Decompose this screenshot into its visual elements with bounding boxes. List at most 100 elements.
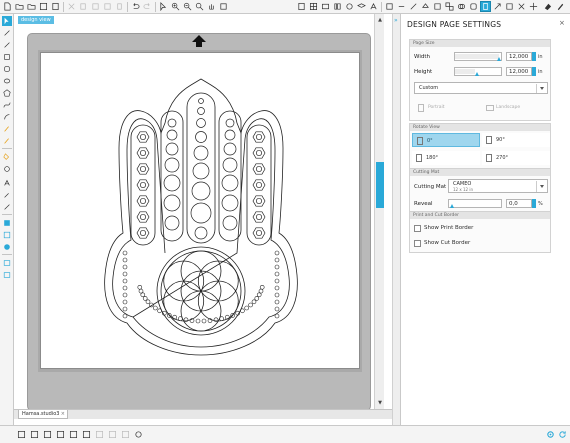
- store-icon[interactable]: [344, 1, 355, 12]
- grid-icon[interactable]: [308, 1, 319, 12]
- width-slider-knob[interactable]: [497, 57, 501, 61]
- height-input[interactable]: 12,000: [506, 67, 532, 76]
- send-to-silhouette-icon[interactable]: [528, 1, 539, 12]
- show-cut-border-row[interactable]: Show Cut Border: [414, 239, 470, 249]
- replicate-icon[interactable]: [444, 1, 455, 12]
- page-settings-icon[interactable]: [296, 1, 307, 12]
- close-tab-icon[interactable]: ×: [61, 410, 65, 418]
- panel-collapse-handle[interactable]: »: [392, 14, 400, 425]
- height-slider[interactable]: [454, 67, 502, 76]
- undo-icon[interactable]: [130, 1, 141, 12]
- reveal-spinner[interactable]: [532, 199, 536, 208]
- collapse-panel-icon[interactable]: »: [394, 17, 398, 24]
- eyedropper-tool-icon[interactable]: [2, 190, 12, 200]
- height-slider-knob[interactable]: [475, 72, 479, 76]
- document-tab[interactable]: Hamsa.studio3 ×: [18, 410, 68, 419]
- measure-tool-icon[interactable]: [2, 202, 12, 212]
- landscape-button[interactable]: Landscape: [482, 102, 546, 114]
- rotate-90-button[interactable]: 90°: [482, 133, 550, 147]
- mirror-icon[interactable]: [133, 429, 144, 440]
- curve-tool-icon[interactable]: [2, 100, 12, 110]
- redo-icon[interactable]: [142, 1, 153, 12]
- zoom-page-icon[interactable]: [218, 1, 229, 12]
- rotate-180-button[interactable]: 180°: [412, 151, 480, 165]
- reveal-slider[interactable]: [448, 199, 502, 208]
- reveal-slider-knob[interactable]: [450, 204, 454, 208]
- open-recent-icon[interactable]: [26, 1, 37, 12]
- delete-icon[interactable]: [114, 1, 125, 12]
- cutting-mat-select[interactable]: CAMEO 12 x 12 in: [448, 179, 548, 193]
- arc-tool-icon[interactable]: [2, 112, 12, 122]
- show-print-border-checkbox[interactable]: [414, 225, 421, 232]
- new-document-icon[interactable]: [2, 1, 13, 12]
- duplicate-icon[interactable]: [120, 429, 131, 440]
- portrait-button[interactable]: Portrait: [414, 102, 478, 114]
- offset-icon[interactable]: [468, 1, 479, 12]
- line-color-icon[interactable]: [408, 1, 419, 12]
- knife-tool-icon[interactable]: [2, 164, 12, 174]
- height-spinner[interactable]: [532, 67, 536, 76]
- close-panel-icon[interactable]: ×: [559, 19, 565, 27]
- smooth-freehand-tool-icon[interactable]: [2, 136, 12, 146]
- transform-icon[interactable]: [432, 1, 443, 12]
- send-panel-icon[interactable]: [2, 258, 12, 268]
- eraser-tool-icon[interactable]: [2, 152, 12, 162]
- library-icon[interactable]: [332, 1, 343, 12]
- eraser-icon[interactable]: [542, 1, 553, 12]
- scroll-up-icon[interactable]: ▲: [376, 16, 384, 24]
- ungroup-icon[interactable]: [29, 429, 40, 440]
- fill-color-icon[interactable]: [420, 1, 431, 12]
- show-cut-border-checkbox[interactable]: [414, 240, 421, 247]
- library-view-icon[interactable]: [2, 230, 12, 240]
- rotate-0-button[interactable]: 0°: [412, 133, 480, 147]
- fill-icon[interactable]: [384, 1, 395, 12]
- weld-icon[interactable]: [68, 429, 79, 440]
- hamsa-design[interactable]: [41, 53, 361, 370]
- registration-icon[interactable]: [504, 1, 515, 12]
- trace-icon[interactable]: [492, 1, 503, 12]
- text-tool-icon[interactable]: [2, 178, 12, 188]
- store-view-icon[interactable]: [2, 242, 12, 252]
- design-page[interactable]: [40, 52, 360, 369]
- width-slider[interactable]: [454, 52, 502, 61]
- width-input[interactable]: 12,000: [506, 52, 532, 61]
- scroll-down-icon[interactable]: ▼: [376, 399, 384, 407]
- show-print-border-row[interactable]: Show Print Border: [414, 224, 473, 234]
- paste-icon[interactable]: [90, 1, 101, 12]
- pointer-tool-icon[interactable]: [2, 16, 12, 26]
- cut-settings-icon[interactable]: [516, 1, 527, 12]
- select-tool-icon[interactable]: [158, 1, 169, 12]
- ellipse-tool-icon[interactable]: [2, 76, 12, 86]
- zoom-in-icon[interactable]: [170, 1, 181, 12]
- make-compound-path-icon[interactable]: [42, 429, 53, 440]
- paste-in-front-icon[interactable]: [102, 1, 113, 12]
- offset-bottom-icon[interactable]: [81, 429, 92, 440]
- modify-icon[interactable]: [456, 1, 467, 12]
- layers-icon[interactable]: [356, 1, 367, 12]
- freehand-tool-icon[interactable]: [2, 124, 12, 134]
- canvas-area[interactable]: design view: [14, 14, 392, 411]
- polygon-tool-icon[interactable]: [2, 88, 12, 98]
- knife-icon[interactable]: [555, 1, 566, 12]
- send-icon[interactable]: [320, 1, 331, 12]
- line-style-icon[interactable]: [396, 1, 407, 12]
- page-size-select[interactable]: Custom: [414, 82, 548, 94]
- scrollbar-thumb[interactable]: [376, 162, 384, 208]
- rectangle-tool-icon[interactable]: [2, 52, 12, 62]
- copy-icon[interactable]: [78, 1, 89, 12]
- zoom-out-icon[interactable]: [182, 1, 193, 12]
- pan-icon[interactable]: [206, 1, 217, 12]
- line-tool-icon[interactable]: [2, 40, 12, 50]
- rotate-270-button[interactable]: 270°: [482, 151, 550, 165]
- release-compound-path-icon[interactable]: [55, 429, 66, 440]
- page-setup-icon[interactable]: [480, 1, 491, 12]
- reveal-input[interactable]: 0,0: [506, 199, 532, 208]
- edit-points-icon[interactable]: [2, 28, 12, 38]
- bring-to-front-icon[interactable]: [94, 429, 105, 440]
- text-style-icon[interactable]: [368, 1, 379, 12]
- sync-icon[interactable]: [557, 429, 568, 440]
- zoom-fit-icon[interactable]: [194, 1, 205, 12]
- design-view-icon[interactable]: [2, 218, 12, 228]
- cut-icon[interactable]: [66, 1, 77, 12]
- rounded-rectangle-tool-icon[interactable]: [2, 64, 12, 74]
